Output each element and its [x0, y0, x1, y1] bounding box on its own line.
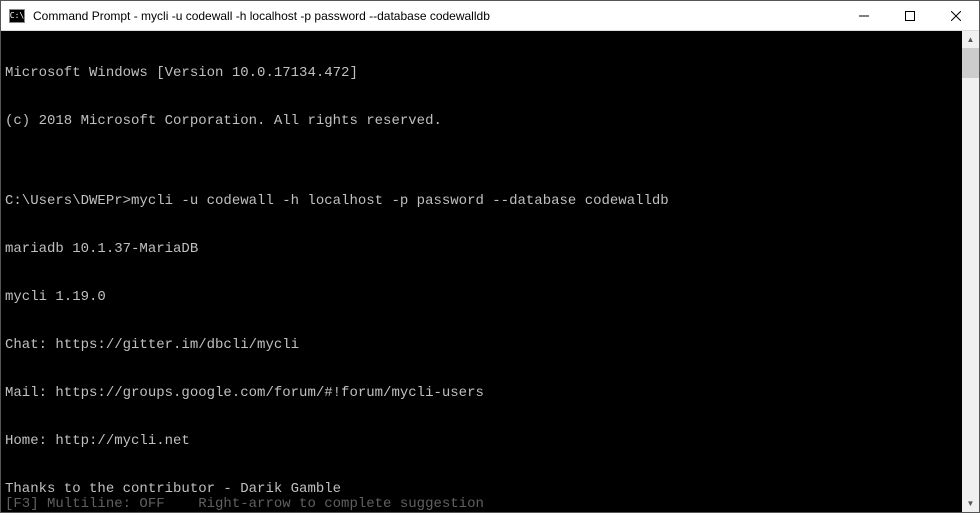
close-icon — [951, 11, 961, 21]
terminal-line: C:\Users\DWEPr>mycli -u codewall -h loca… — [5, 193, 958, 209]
terminal-line: mycli 1.19.0 — [5, 289, 958, 305]
window-titlebar: C:\ Command Prompt - mycli -u codewall -… — [1, 1, 979, 31]
terminal-output[interactable]: Microsoft Windows [Version 10.0.17134.47… — [1, 31, 962, 512]
terminal-container: Microsoft Windows [Version 10.0.17134.47… — [1, 31, 979, 512]
scroll-thumb[interactable] — [962, 48, 979, 78]
terminal-line: Home: http://mycli.net — [5, 433, 958, 449]
terminal-line: Chat: https://gitter.im/dbcli/mycli — [5, 337, 958, 353]
app-icon: C:\ — [9, 9, 25, 23]
maximize-button[interactable] — [887, 1, 933, 30]
window-controls — [841, 1, 979, 30]
scroll-up-button[interactable]: ▲ — [962, 31, 979, 48]
terminal-line: (c) 2018 Microsoft Corporation. All righ… — [5, 113, 958, 129]
window-title: Command Prompt - mycli -u codewall -h lo… — [33, 9, 841, 23]
terminal-line: Thanks to the contributor - Darik Gamble — [5, 481, 958, 497]
scroll-down-button[interactable]: ▼ — [962, 495, 979, 512]
minimize-icon — [859, 11, 869, 21]
close-button[interactable] — [933, 1, 979, 30]
terminal-line: Microsoft Windows [Version 10.0.17134.47… — [5, 65, 958, 81]
maximize-icon — [905, 11, 915, 21]
status-hint: [F3] Multiline: OFF Right-arrow to compl… — [5, 496, 484, 512]
terminal-line: mariadb 10.1.37-MariaDB — [5, 241, 958, 257]
minimize-button[interactable] — [841, 1, 887, 30]
terminal-line: Mail: https://groups.google.com/forum/#!… — [5, 385, 958, 401]
vertical-scrollbar[interactable]: ▲ ▼ — [962, 31, 979, 512]
